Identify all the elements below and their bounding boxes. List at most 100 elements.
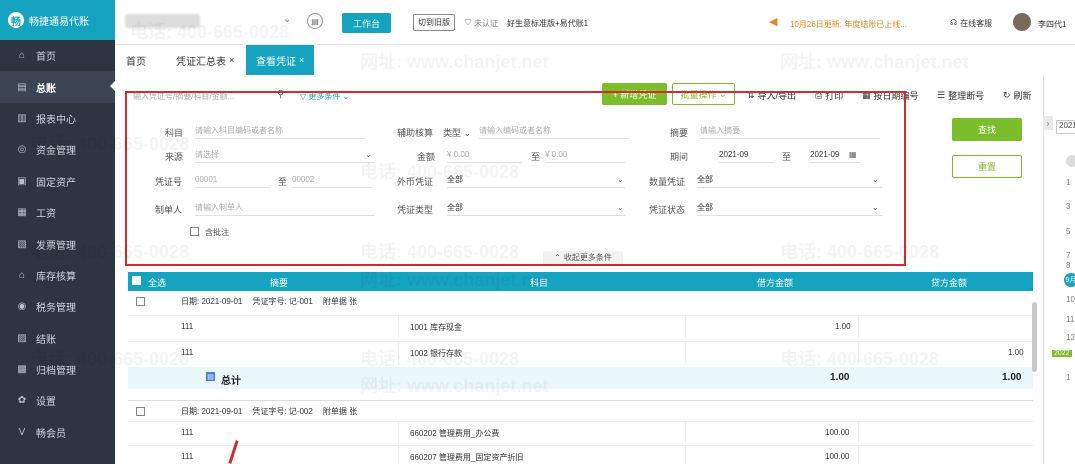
chevron-up-icon: ⌃ [554, 253, 561, 262]
collapse-panel-icon[interactable]: › [1043, 116, 1053, 130]
table-row[interactable]: 111 660207 管理费用_固定资产折旧 100.00 [128, 445, 1033, 464]
voucher-number[interactable]: 凭证字号: 记-001 [252, 296, 312, 307]
reset-button[interactable]: 重置 [952, 155, 1022, 178]
menu-icon: ✿ [17, 395, 27, 407]
annotated-label: 含批注 [205, 228, 229, 237]
table-row[interactable]: 111 1002 银行存款 1.00 [128, 341, 1033, 363]
month-item[interactable]: 7 [1066, 251, 1070, 260]
aux-input[interactable]: 请输入编码或者名称 [479, 125, 629, 139]
collapse-conditions-button[interactable]: ⌃ 收起更多条件 [543, 251, 623, 264]
month-item[interactable]: 11 [1066, 315, 1074, 324]
month-item[interactable]: 3 [1066, 202, 1070, 211]
support-link[interactable]: ☊ 在线客服 [950, 18, 992, 29]
sidebar-item[interactable]: ⌂ 首页 [0, 40, 115, 71]
month-item[interactable]: 8 [1066, 261, 1070, 270]
summary-input[interactable]: 请输入摘要 [700, 125, 880, 139]
brand[interactable]: 畅 畅捷通易代账 [0, 0, 115, 40]
tab-home[interactable]: 首页 [126, 45, 146, 75]
sidebar-item-label: 资金管理 [36, 146, 76, 158]
row-checkbox[interactable] [136, 297, 145, 306]
tab-label: 凭证汇总表 [176, 56, 226, 68]
period-to-label: 至 [782, 152, 792, 162]
table-row[interactable]: 111 1001 库存现金 1.00 [128, 315, 1033, 337]
sidebar-item[interactable]: ⌂ 库存核算 [0, 260, 115, 291]
avatar[interactable] [1013, 13, 1031, 31]
select-all-checkbox[interactable] [132, 276, 141, 285]
active-month[interactable]: 9月 [1064, 273, 1075, 287]
vstatus-select[interactable]: 全部 [697, 202, 882, 216]
cert-status: ⛉ 未认证 [465, 18, 498, 29]
month-item[interactable]: 1 [1066, 373, 1070, 382]
chevron-down-icon[interactable]: ⌄ [283, 14, 291, 25]
close-icon[interactable]: × [229, 55, 234, 65]
chevron-down-icon: ⌄ [365, 150, 372, 159]
user-name[interactable]: 李四代1 [1038, 19, 1066, 30]
month-item[interactable]: 10 [1066, 295, 1075, 304]
table-scrollbar[interactable] [1032, 302, 1037, 372]
period-from-input[interactable]: 2021-09 [719, 149, 774, 163]
sidebar-item[interactable]: ◎ 资金管理 [0, 134, 115, 165]
sidebar-item[interactable]: V 畅会员 [0, 417, 115, 448]
voucher-number[interactable]: 凭证字号: 记-002 [252, 406, 312, 417]
tab-bar: 首页 凭证汇总表 × 查看凭证 × [115, 45, 1075, 75]
calendar-icon[interactable]: ▦ [849, 150, 857, 159]
brand-logo: 畅 [8, 12, 24, 28]
expand-icon[interactable]: ▤ [206, 372, 215, 381]
workbench-button[interactable]: 工作台 [342, 13, 391, 33]
collapse-label: 收起更多条件 [563, 253, 612, 262]
year-select[interactable]: 2021 [1056, 120, 1075, 134]
query-button[interactable]: 查找 [952, 118, 1022, 141]
list-icon: ☰ [937, 90, 946, 100]
table-row[interactable]: 111 660202 管理费用_办公费 100.00 [128, 421, 1033, 443]
cell-subject: 1002 银行存款 [410, 349, 463, 358]
sidebar-item[interactable]: ▦ 工资 [0, 197, 115, 228]
foreign-select[interactable]: 全部 [447, 174, 625, 188]
sidebar-item-label: 结账 [36, 334, 56, 346]
aux-type-select[interactable]: 类型 ⌄ [443, 126, 471, 139]
voucher-no-to-input[interactable]: 00002 [292, 174, 372, 188]
subject-input[interactable]: 请输入科目编码或者名称 [195, 125, 365, 139]
company-name-blurred[interactable] [125, 14, 200, 28]
qty-select[interactable]: 全部 [697, 174, 882, 188]
close-icon[interactable]: × [299, 55, 304, 65]
menu-icon: ▣ [17, 175, 27, 187]
maker-input[interactable]: 请输入制单人 [195, 202, 375, 216]
tidy-number-button[interactable]: ☰ 整理断号 [937, 89, 984, 102]
source-select[interactable]: 请选择 [195, 149, 375, 163]
sidebar-item[interactable]: ▧ 发票管理 [0, 228, 115, 259]
foreign-label: 外币凭证 [397, 177, 434, 187]
amount-to-input[interactable]: ¥ 0.00 [545, 149, 625, 163]
cert-label: 未认证 [474, 19, 498, 28]
menu-icon: ▦ [17, 207, 27, 219]
menu-icon: ▥ [17, 112, 27, 124]
vtype-select[interactable]: 全部 [447, 202, 625, 216]
total-credit: 1.00 [1002, 372, 1022, 383]
sidebar-item[interactable]: ▨ 结账 [0, 323, 115, 354]
amount-from-input[interactable]: ¥ 0.00 [447, 149, 522, 163]
sidebar-item[interactable]: ✿ 设置 [0, 385, 115, 416]
col-credit: 贷方金额 [931, 278, 968, 288]
sidebar-item[interactable]: ▥ 报表中心 [0, 103, 115, 134]
sidebar-item-label: 工资 [36, 209, 56, 221]
sidebar-item[interactable]: ▩ 归档管理 [0, 354, 115, 385]
row-checkbox[interactable] [136, 407, 145, 416]
support-label: 在线客服 [960, 19, 993, 28]
sidebar-item[interactable]: ▣ 固定资产 [0, 166, 115, 197]
amount-label: 金额 [417, 152, 436, 162]
sidebar-item[interactable]: ▤ 总账 [0, 71, 115, 103]
month-dot[interactable] [1066, 155, 1075, 167]
tab-voucher-summary[interactable]: 凭证汇总表 × [176, 45, 234, 75]
annotated-checkbox[interactable] [190, 227, 199, 236]
switch-old-version-button[interactable]: 切到旧版 [413, 14, 455, 31]
refresh-button[interactable]: ↻ 刷新 [1003, 89, 1032, 102]
voucher-no-from-input[interactable]: 00001 [195, 174, 270, 188]
tab-view-voucher[interactable]: 查看凭证 × [246, 45, 315, 75]
select-all-label[interactable]: 全选 [148, 276, 166, 289]
update-notice[interactable]: 10月26日更新: 年度结账已上线... [790, 19, 907, 30]
archive-icon[interactable]: ▤ [307, 13, 323, 29]
month-item[interactable]: 12 [1066, 333, 1075, 342]
month-item[interactable]: 1 [1066, 178, 1070, 187]
month-item[interactable]: 5 [1066, 227, 1070, 236]
sidebar-item[interactable]: ◉ 税务管理 [0, 291, 115, 322]
col-debit: 借方金额 [757, 278, 794, 288]
